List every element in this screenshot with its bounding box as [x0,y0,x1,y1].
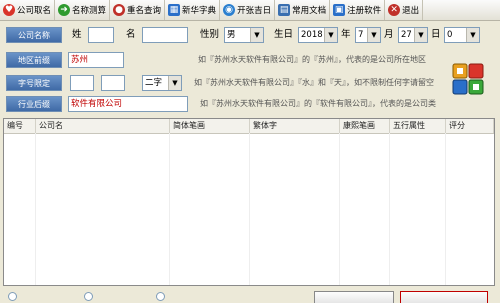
industry-hint: 如『苏州水天软件有限公司』的『软件有限公司』，代表的是公司类 [200,99,436,108]
toolbar-button-6[interactable]: ▣ 注册软件 [330,0,386,20]
results-table[interactable]: 编号 公司名 简体笔画 繁体字 康熙笔画 五行属性 评分 [3,118,495,286]
column-header-five-elements[interactable]: 五行属性 [390,119,446,133]
column-header-score[interactable]: 评分 [446,119,494,133]
surname-label: 姓 [72,29,82,40]
birth-hour-select[interactable]: 0 ▼ [444,27,480,43]
document-icon: ▤ [278,4,291,16]
toolbar-button-2[interactable]: ● 重名查询 [110,0,166,20]
table-header: 编号 公司名 简体笔画 繁体字 康熙笔画 五行属性 评分 [4,119,494,134]
gender-value: 男 [227,30,236,40]
birth-month-value: 7 [358,30,364,40]
brand-char1-input[interactable] [70,75,94,91]
given-name-input[interactable] [142,27,188,43]
action-button-2[interactable] [400,291,488,303]
toolbar-button-5[interactable]: ▤ 常用文档 [275,0,331,20]
chevron-down-icon[interactable]: ▼ [324,28,337,42]
globe-icon: ◉ [223,4,236,16]
industry-suffix-button[interactable]: 行业后缀 [6,96,62,112]
heart-icon: ♥ [3,4,15,16]
toolbar-button-1[interactable]: ➜ 名称测算 [55,0,111,20]
birth-month-select[interactable]: 7 ▼ [355,27,381,43]
table-body [4,133,494,285]
toolbar-label: 名称测算 [72,6,107,16]
chevron-down-icon[interactable]: ▼ [367,28,380,42]
toolbar-button-3[interactable]: ▦ 新华字典 [165,0,221,20]
toolbar: ♥ 公司取名 ➜ 名称测算 ● 重名查询 ▦ 新华字典 ◉ 开张吉日 ▤ 常用文档 ▣ 注册软件 ✕ 退出 [0,0,500,21]
given-name-label: 名 [126,29,136,40]
toolbar-label: 开张吉日 [237,6,272,16]
year-unit-label: 年 [341,29,351,40]
surname-input[interactable] [88,27,114,43]
toolbar-label: 新华字典 [182,6,217,16]
brand-row: 字号限定 二字 ▼ 如『苏州水天软件有限公司』『水』和『天』，如不限制任何字请留… [0,75,500,97]
name-row: 公司名称 姓 名 性别 男 ▼ 生日 2018 ▼ 年 7 ▼ 月 27 ▼ 日… [0,27,500,49]
chevron-down-icon[interactable]: ▼ [414,28,427,42]
toolbar-label: 退出 [402,6,420,16]
toolbar-button-4[interactable]: ◉ 开张吉日 [220,0,276,20]
birth-year-value: 2018 [301,30,323,40]
toolbar-label: 公司取名 [17,6,52,16]
region-prefix-input[interactable]: 苏州 [68,52,124,68]
chevron-down-icon[interactable]: ▼ [168,76,181,90]
column-header-traditional[interactable]: 繁体字 [250,119,340,133]
industry-row: 行业后缀 软件有限公司 如『苏州水天软件有限公司』的『软件有限公司』，代表的是公… [0,96,500,118]
char-count-select[interactable]: 二字 ▼ [142,75,182,91]
birthday-label: 生日 [274,29,294,40]
close-x-icon: ✕ [388,4,401,16]
gender-label: 性别 [200,29,220,40]
region-prefix-button[interactable]: 地区前缀 [6,52,62,68]
register-doc-icon: ▣ [333,4,346,16]
toolbar-label: 常用文档 [292,6,327,16]
column-header-company-name[interactable]: 公司名 [36,119,170,133]
brand-name-button[interactable]: 字号限定 [6,75,62,91]
day-unit-label: 日 [431,29,441,40]
column-header-kangxi-strokes[interactable]: 康熙笔画 [340,119,390,133]
arrow-right-icon: ➜ [58,4,71,16]
birth-day-select[interactable]: 27 ▼ [398,27,428,43]
company-name-button[interactable]: 公司名称 [6,27,62,43]
windows-flag-icon: ▦ [168,4,181,16]
person-icon: ● [113,4,126,16]
region-row: 地区前缀 苏州 如『苏州水天软件有限公司』的『苏州』，代表的是公司所在地区 [0,52,500,74]
birth-year-select[interactable]: 2018 ▼ [298,27,338,43]
birth-hour-value: 0 [447,30,453,40]
column-header-simplified-strokes[interactable]: 简体笔画 [170,119,250,133]
brand-hint: 如『苏州水天软件有限公司』『水』和『天』，如不限制任何字请留空 [194,78,434,87]
toolbar-label: 重名查询 [127,6,162,16]
char-count-value: 二字 [145,78,163,88]
gender-select[interactable]: 男 ▼ [224,27,264,43]
region-hint: 如『苏州水天软件有限公司』的『苏州』，代表的是公司所在地区 [198,55,426,64]
industry-suffix-input[interactable]: 软件有限公司 [68,96,188,112]
toolbar-button-7[interactable]: ✕ 退出 [385,0,424,20]
brand-char2-input[interactable] [101,75,125,91]
month-unit-label: 月 [384,29,394,40]
action-button-1[interactable] [314,291,394,303]
app-logo-icon [452,63,484,95]
toolbar-button-0[interactable]: ♥ 公司取名 [0,0,56,20]
chevron-down-icon[interactable]: ▼ [466,28,479,42]
chevron-down-icon[interactable]: ▼ [250,28,263,42]
toolbar-label: 注册软件 [347,6,382,16]
column-header-id[interactable]: 编号 [4,119,36,133]
birth-day-value: 27 [401,30,412,40]
